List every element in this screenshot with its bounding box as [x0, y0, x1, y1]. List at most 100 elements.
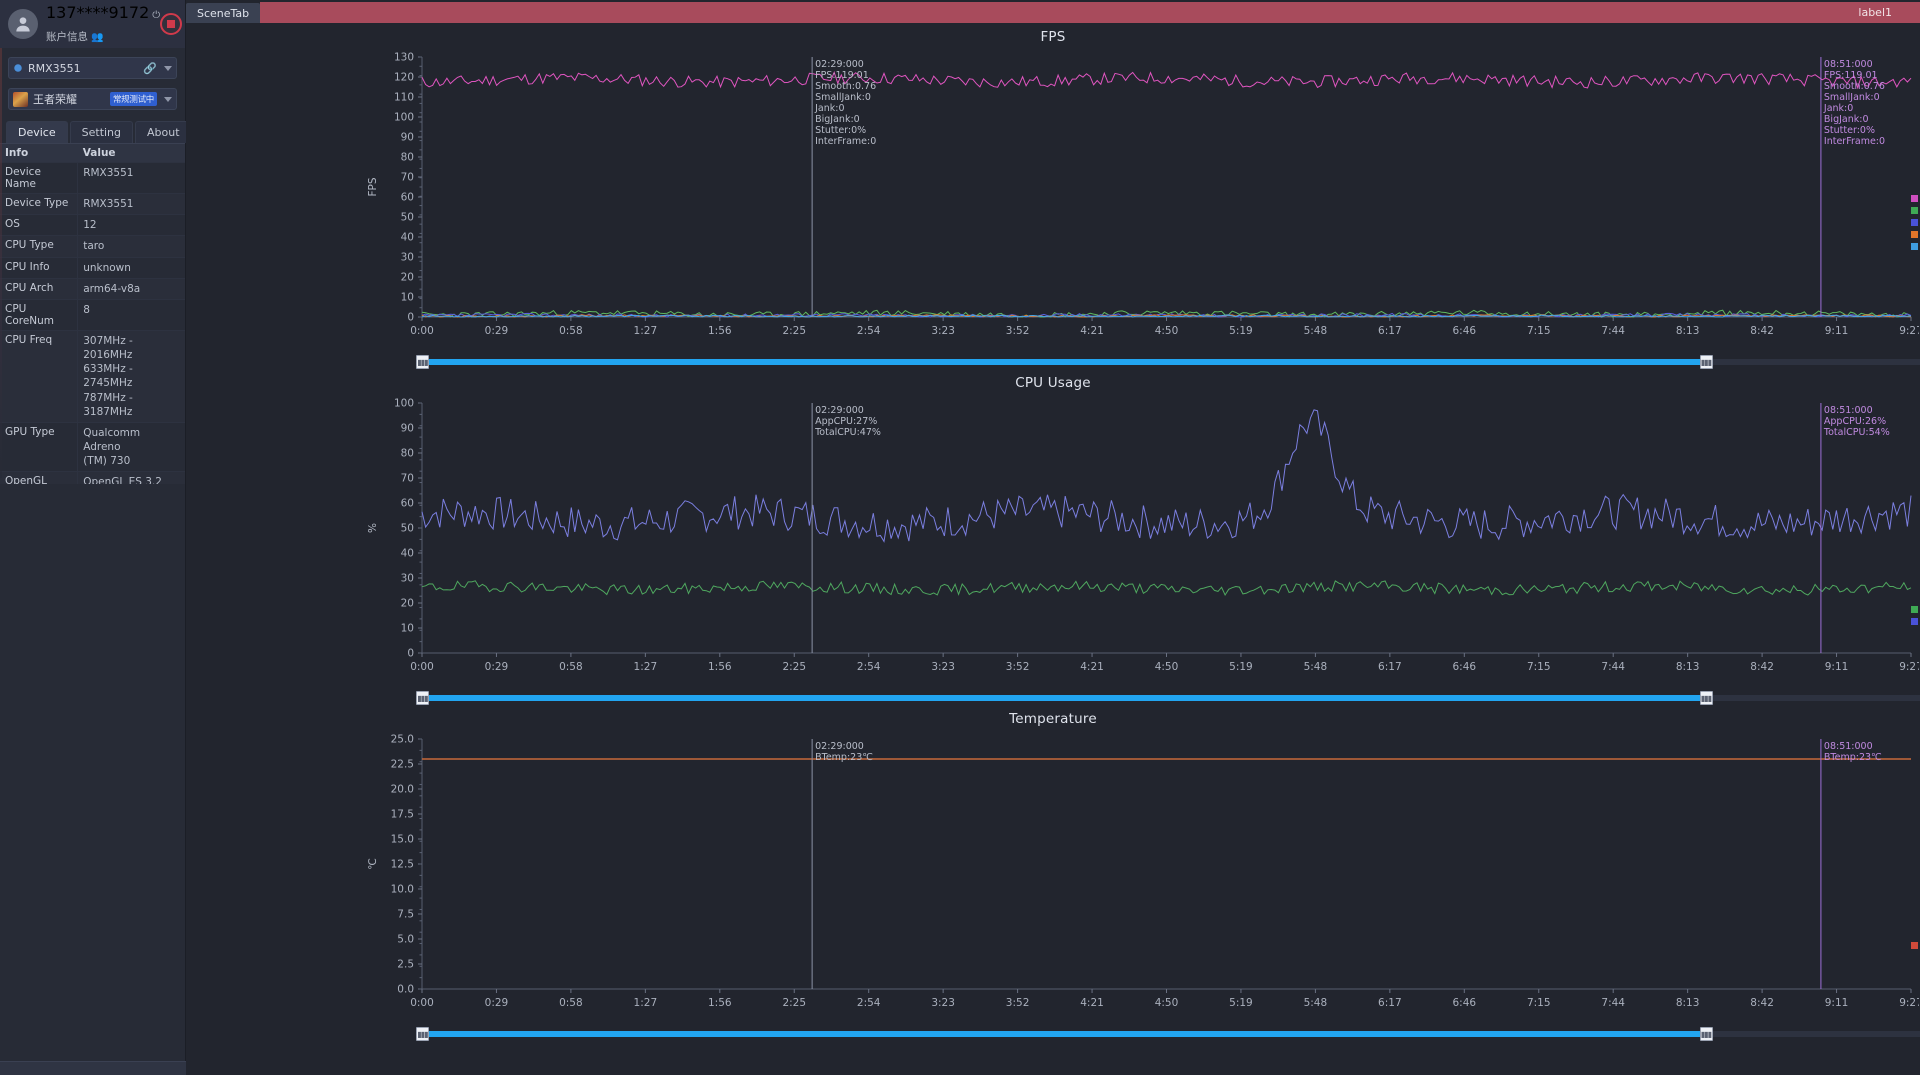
info-value: taro: [77, 235, 185, 258]
cpu-range-slider[interactable]: ▮▮▮ ▮▮▮: [186, 691, 1920, 705]
temp-range-slider[interactable]: ▮▮▮ ▮▮▮: [186, 1027, 1920, 1041]
sidebar-tabs: Device Setting About: [6, 121, 192, 143]
sidebar-accent-edge: [0, 48, 2, 478]
device-select[interactable]: RMX3551 🔗: [8, 57, 177, 79]
chart-cpu-usage: CPU Usage 0 10 20 30 40 50 60 70 80 90 100% 0:00 0:29…: [186, 369, 1920, 705]
slider-handle-right[interactable]: ▮▮▮: [1699, 691, 1713, 705]
plot-area[interactable]: 0.0 2.5 5.0 7.5 10.0 12.5 15.0 17.5 20.0 22.5 25.0…: [186, 727, 1920, 1027]
sidebar-empty-area: [0, 484, 185, 1075]
svg-text:80: 80: [401, 152, 414, 164]
svg-text:10.0: 10.0: [391, 884, 414, 896]
link-icon[interactable]: 🔗: [143, 62, 157, 75]
scene-tab-bar: SceneTab label1: [186, 0, 1920, 23]
legend-swatch: [1911, 618, 1918, 625]
svg-text:15.0: 15.0: [391, 834, 414, 846]
svg-text:90: 90: [401, 132, 414, 144]
col-info: Info: [0, 143, 78, 163]
legend-swatch: [1911, 942, 1918, 949]
svg-text:0.0: 0.0: [397, 984, 414, 996]
legend-swatch: [1911, 195, 1918, 202]
svg-text:3:23: 3:23: [931, 997, 955, 1009]
info-value: 307MHz - 2016MHz 633MHz - 2745MHz 787MHz…: [77, 330, 185, 423]
svg-text:12.5: 12.5: [391, 859, 414, 871]
info-key: CPU Info: [0, 257, 79, 279]
fps-range-slider[interactable]: ▮▮▮ ▮▮▮: [186, 355, 1920, 369]
svg-text:FPS: FPS: [367, 177, 379, 196]
svg-text:2:25: 2:25: [782, 325, 806, 337]
svg-text:5:48: 5:48: [1304, 661, 1328, 673]
svg-text:17.5: 17.5: [391, 809, 414, 821]
svg-text:1:27: 1:27: [634, 661, 658, 673]
svg-text:0:29: 0:29: [485, 661, 509, 673]
svg-text:4:50: 4:50: [1155, 661, 1179, 673]
chart-tooltip-left: 02:29:000 FPS:119.01 Smooth:0.76 SmallJa…: [815, 59, 877, 147]
svg-text:1:56: 1:56: [708, 997, 732, 1009]
account-phone-row: 137****9172 ⏻: [46, 2, 160, 24]
svg-text:60: 60: [401, 498, 414, 510]
stop-record-button[interactable]: [160, 13, 183, 35]
svg-text:0:58: 0:58: [559, 325, 583, 337]
svg-text:20: 20: [401, 272, 414, 284]
tab-device[interactable]: Device: [6, 121, 68, 143]
table-row: CPU Arch arm64-v8a: [0, 278, 185, 300]
test-status-badge: 常规测试中: [109, 92, 157, 106]
info-value: RMX3551: [77, 162, 185, 194]
account-header: 137****9172 ⏻ 账户信息 👥: [0, 0, 185, 48]
power-icon[interactable]: ⏻: [152, 10, 160, 21]
svg-text:9:27: 9:27: [1899, 325, 1919, 337]
account-phone: 137****9172: [46, 3, 150, 23]
legend-swatch: [1911, 207, 1918, 214]
svg-text:7:15: 7:15: [1527, 997, 1551, 1009]
avatar-icon: [8, 9, 38, 39]
svg-text:2:25: 2:25: [782, 661, 806, 673]
android-icon: [13, 63, 23, 73]
tab-about[interactable]: About: [135, 121, 192, 143]
slider-range-fill[interactable]: [422, 1031, 1706, 1037]
label-bar[interactable]: label1: [260, 2, 1920, 23]
svg-text:0:29: 0:29: [485, 325, 509, 337]
table-row: CPU Info unknown: [0, 257, 185, 279]
svg-text:100: 100: [394, 112, 414, 124]
svg-text:4:50: 4:50: [1155, 997, 1179, 1009]
series-appcpu: [421, 580, 1912, 597]
account-subtitle-row[interactable]: 账户信息 👥: [46, 24, 160, 46]
slider-range-fill[interactable]: [422, 359, 1706, 365]
slider-handle-right[interactable]: ▮▮▮: [1699, 1027, 1713, 1041]
sidebar: 137****9172 ⏻ 账户信息 👥 RMX3551 🔗 王者荣耀 常规测试中 …: [0, 0, 192, 1075]
info-key: Device Name: [0, 162, 79, 194]
chart-title: CPU Usage: [1015, 375, 1091, 391]
svg-text:4:21: 4:21: [1080, 661, 1104, 673]
svg-text:7:15: 7:15: [1527, 325, 1551, 337]
chart-legend: [1911, 606, 1918, 625]
plot-area[interactable]: 0 10 20 30 40 50 60 70 80 90 100 110 120 130 FPS 0:00 0:…: [186, 45, 1920, 355]
slider-handle-left[interactable]: ▮▮▮: [416, 355, 429, 369]
slider-handle-right[interactable]: ▮▮▮: [1699, 355, 1713, 369]
svg-text:7:44: 7:44: [1601, 661, 1625, 673]
slider-range-fill[interactable]: [422, 695, 1706, 701]
plot-area[interactable]: 0 10 20 30 40 50 60 70 80 90 100% 0:00 0:29 0:58 1:27 1…: [186, 391, 1920, 691]
svg-text:6:46: 6:46: [1453, 997, 1477, 1009]
slider-handle-left[interactable]: ▮▮▮: [416, 1027, 429, 1041]
svg-text:6:17: 6:17: [1378, 661, 1402, 673]
svg-text:9:11: 9:11: [1825, 661, 1849, 673]
info-value: Qualcomm Adreno (TM) 730: [77, 422, 185, 473]
chevron-down-icon[interactable]: [164, 96, 172, 102]
info-value: arm64-v8a: [77, 278, 185, 300]
legend-swatch: [1911, 219, 1918, 226]
svg-text:120: 120: [394, 72, 414, 84]
svg-text:%: %: [367, 523, 379, 533]
svg-text:60: 60: [401, 192, 414, 204]
chart-fps: FPS 0 10 20 30 40 50 60 70 80 90 100 110 120 130 FPS 0:0…: [186, 23, 1920, 369]
tab-setting[interactable]: Setting: [69, 121, 134, 143]
svg-text:40: 40: [401, 548, 414, 560]
app-select[interactable]: 王者荣耀 常规测试中: [8, 88, 177, 110]
svg-text:9:11: 9:11: [1825, 997, 1849, 1009]
chevron-down-icon[interactable]: [164, 65, 172, 71]
svg-text:90: 90: [401, 423, 414, 435]
legend-swatch: [1911, 243, 1918, 250]
tab-scenetab[interactable]: SceneTab: [186, 3, 261, 23]
svg-text:6:46: 6:46: [1453, 325, 1477, 337]
person-add-icon[interactable]: 👥: [91, 32, 103, 43]
slider-handle-left[interactable]: ▮▮▮: [416, 691, 429, 705]
svg-text:1:27: 1:27: [634, 325, 658, 337]
